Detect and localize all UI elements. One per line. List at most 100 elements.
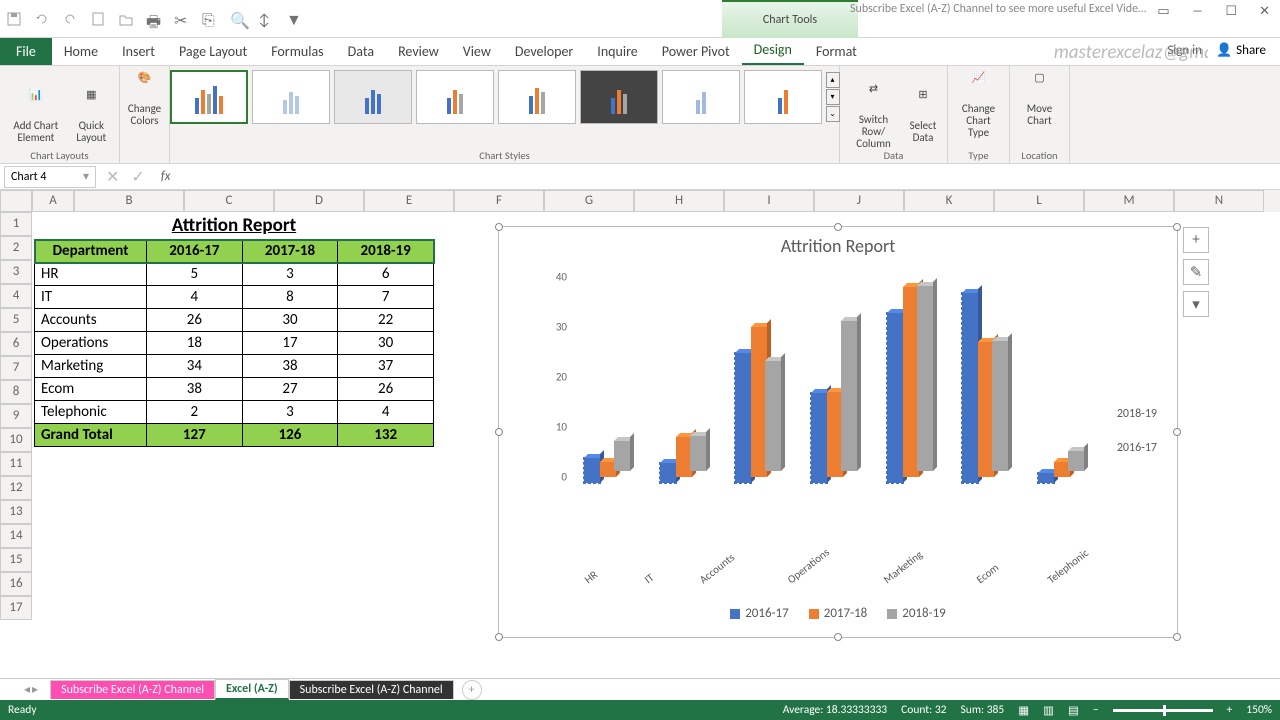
chart-style-4[interactable] (416, 70, 494, 124)
file-tab[interactable]: File (0, 38, 52, 65)
chart-style-6[interactable] (580, 70, 658, 124)
table-cell[interactable]: 4 (338, 401, 434, 424)
tab-developer[interactable]: Developer (503, 38, 585, 65)
tab-insert[interactable]: Insert (110, 38, 167, 65)
view-normal-icon[interactable]: ▦ (1018, 703, 1029, 718)
row-header[interactable]: 8 (0, 380, 32, 404)
tab-pagelayout[interactable]: Page Layout (167, 38, 259, 65)
table-cell[interactable]: 34 (147, 355, 243, 378)
bar-2016-17-HR[interactable] (584, 458, 600, 483)
col-F[interactable]: F (454, 190, 544, 212)
tab-design[interactable]: Design (742, 36, 804, 65)
row-header[interactable]: 3 (0, 260, 32, 284)
table-cell[interactable]: HR (35, 263, 147, 286)
chart-style-7[interactable] (662, 70, 740, 124)
chart-style-1[interactable] (170, 70, 248, 124)
change-chart-type-button[interactable]: 📈Change Chart Type (954, 70, 1003, 141)
chart-style-3[interactable] (334, 70, 412, 124)
row-header[interactable]: 9 (0, 404, 32, 428)
chart-title[interactable]: Attrition Report (499, 235, 1177, 257)
sheet-tab-2[interactable]: Excel (A-Z) (215, 679, 289, 700)
col-E[interactable]: E (364, 190, 454, 212)
row-header[interactable]: 14 (0, 524, 32, 548)
row-header[interactable]: 17 (0, 596, 32, 620)
row-header[interactable]: 4 (0, 284, 32, 308)
tab-inquire[interactable]: Inquire (585, 38, 649, 65)
col-M[interactable]: M (1084, 190, 1174, 212)
cancel-icon[interactable]: ✕ (106, 167, 119, 187)
chart-legend[interactable]: 2016-17 2017-18 2018-19 (499, 606, 1177, 621)
share-button[interactable]: 👤Share (1208, 41, 1274, 60)
col-D[interactable]: D (274, 190, 364, 212)
table-cell[interactable]: 37 (338, 355, 434, 378)
sort-icon[interactable]: ↕ (258, 11, 274, 27)
bar-2016-17-Telephonic[interactable] (1038, 473, 1054, 483)
bar-2018-19-Marketing[interactable] (917, 286, 933, 471)
tab-data[interactable]: Data (336, 38, 386, 65)
sheet-nav[interactable]: ◂▸ (24, 682, 38, 697)
zoom-slider[interactable] (1113, 709, 1213, 712)
bar-2016-17-Operations[interactable] (811, 393, 827, 483)
bar-2018-19-Accounts[interactable] (765, 361, 781, 471)
bar-2018-19-IT[interactable] (690, 436, 706, 471)
filter-icon[interactable]: ▼ (286, 11, 302, 27)
view-pagebreak-icon[interactable]: ▤ (1068, 703, 1079, 718)
table-cell[interactable]: Ecom (35, 378, 147, 401)
signin-link[interactable]: Sign in (1167, 43, 1202, 58)
row-header[interactable]: 13 (0, 500, 32, 524)
bar-2016-17-Accounts[interactable] (735, 353, 751, 483)
col-L[interactable]: L (994, 190, 1084, 212)
col-K[interactable]: K (904, 190, 994, 212)
zoom-out-icon[interactable]: − (1093, 703, 1099, 717)
view-pagelayout-icon[interactable]: ▥ (1043, 703, 1054, 718)
chart-plot-area[interactable] (569, 283, 1099, 483)
row-header[interactable]: 6 (0, 332, 32, 356)
col-H[interactable]: H (634, 190, 724, 212)
table-cell[interactable]: 8 (242, 286, 338, 309)
name-box[interactable]: Chart 4▾ (4, 166, 96, 188)
bar-2016-17-Ecom[interactable] (962, 293, 978, 483)
table-cell[interactable]: Telephonic (35, 401, 147, 424)
total-1[interactable]: 127 (147, 424, 243, 447)
select-all-corner[interactable] (0, 190, 32, 212)
chart-filters-button[interactable]: ▾ (1183, 291, 1209, 317)
cut-icon[interactable]: ✂ (174, 11, 190, 27)
sheet-tab-3[interactable]: Subscribe Excel (A-Z) Channel (289, 680, 454, 699)
open-icon[interactable] (118, 11, 134, 27)
tab-review[interactable]: Review (386, 38, 451, 65)
table-cell[interactable]: 3 (242, 263, 338, 286)
table-cell[interactable]: 22 (338, 309, 434, 332)
col-C[interactable]: C (184, 190, 274, 212)
table-cell[interactable]: Operations (35, 332, 147, 355)
move-chart-button[interactable]: ▢Move Chart (1016, 70, 1063, 129)
x-axis-labels[interactable]: HRITAccountsOperationsMarketingEcomTelep… (559, 576, 1117, 589)
tab-powerpivot[interactable]: Power Pivot (650, 38, 742, 65)
col-N[interactable]: N (1174, 190, 1264, 212)
table-cell[interactable]: 3 (242, 401, 338, 424)
redo-icon[interactable] (62, 11, 78, 27)
row-header[interactable]: 12 (0, 476, 32, 500)
change-colors-button[interactable]: 🎨Change Colors (124, 70, 165, 129)
table-cell[interactable]: 18 (147, 332, 243, 355)
table-cell[interactable]: 26 (147, 309, 243, 332)
chart-styles-button[interactable]: ✎ (1183, 259, 1209, 285)
th-y1[interactable]: 2016-17 (147, 240, 243, 263)
col-G[interactable]: G (544, 190, 634, 212)
table-cell[interactable]: 27 (242, 378, 338, 401)
new-icon[interactable] (90, 11, 106, 27)
bar-2016-17-Marketing[interactable] (887, 313, 903, 483)
bar-2018-19-Operations[interactable] (841, 321, 857, 471)
table-cell[interactable]: 30 (338, 332, 434, 355)
col-J[interactable]: J (814, 190, 904, 212)
add-sheet-button[interactable]: + (462, 680, 482, 700)
row-header[interactable]: 1 (0, 212, 32, 236)
col-I[interactable]: I (724, 190, 814, 212)
col-A[interactable]: A (32, 190, 74, 212)
total-3[interactable]: 132 (338, 424, 434, 447)
print-icon[interactable]: 🖶 (146, 11, 162, 27)
row-header[interactable]: 7 (0, 356, 32, 380)
table-cell[interactable]: 7 (338, 286, 434, 309)
bar-2018-19-HR[interactable] (614, 441, 630, 471)
row-header[interactable]: 15 (0, 548, 32, 572)
row-header[interactable]: 2 (0, 236, 32, 260)
